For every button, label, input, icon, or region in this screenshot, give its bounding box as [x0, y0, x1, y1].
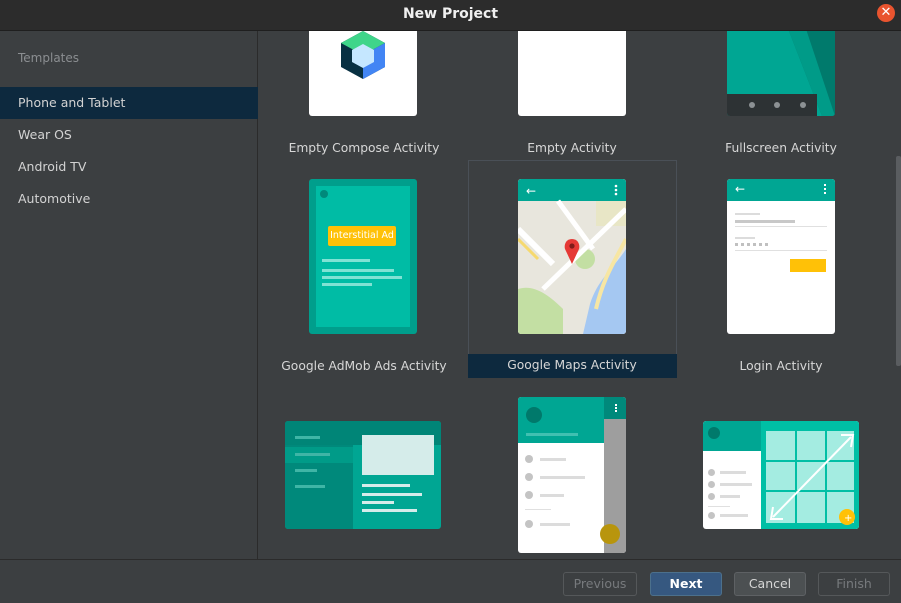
sidebar-header: Templates	[18, 51, 80, 65]
template-label: Google Maps Activity	[507, 358, 637, 372]
template-gallery: Empty Compose Activity Empty Activity Fu…	[259, 31, 901, 559]
fullscreen-preview-graphic	[727, 31, 835, 116]
window-title: New Project	[402, 6, 499, 22]
template-label: Login Activity	[739, 359, 823, 373]
title-bar: New Project ✕	[0, 0, 901, 31]
sidebar-item-android-tv[interactable]: Android TV	[0, 151, 258, 183]
new-project-window: New Project ✕ Templates Phone and Tablet…	[0, 0, 901, 603]
interstitial-ad-badge: Interstitial Ad	[328, 226, 396, 246]
gallery-scrollbar[interactable]	[896, 156, 901, 366]
next-button[interactable]: Next	[650, 572, 722, 596]
cancel-button[interactable]: Cancel	[734, 572, 806, 596]
template-preview	[727, 31, 835, 116]
template-preview	[285, 421, 441, 529]
template-preview: +	[703, 421, 859, 529]
template-preview: ←	[727, 179, 835, 334]
compose-logo-icon	[341, 31, 385, 79]
sidebar-item-automotive[interactable]: Automotive	[0, 183, 258, 215]
resize-arrow-graphic: +	[769, 434, 855, 525]
svg-text:←: ←	[526, 184, 536, 198]
template-preview	[518, 397, 626, 553]
template-label: Empty Activity	[527, 141, 617, 155]
sidebar-item-phone-and-tablet[interactable]: Phone and Tablet	[0, 87, 258, 119]
dialog-footer: Previous Next Cancel Finish	[0, 559, 901, 603]
finish-button[interactable]: Finish	[818, 572, 890, 596]
previous-button[interactable]: Previous	[563, 572, 637, 596]
close-icon[interactable]: ✕	[877, 4, 895, 22]
svg-text:+: +	[844, 513, 852, 524]
template-label: Fullscreen Activity	[725, 141, 837, 155]
templates-sidebar: Templates Phone and Tablet Wear OS Andro…	[0, 31, 258, 559]
template-label: Google AdMob Ads Activity	[281, 359, 447, 373]
template-preview: ←	[518, 179, 626, 334]
template-label: Empty Compose Activity	[288, 141, 440, 155]
map-preview-graphic: ←	[518, 179, 626, 334]
template-preview	[309, 31, 417, 116]
template-preview	[518, 31, 626, 116]
sidebar-item-wear-os[interactable]: Wear OS	[0, 119, 258, 151]
template-preview: Interstitial Ad	[309, 179, 417, 334]
